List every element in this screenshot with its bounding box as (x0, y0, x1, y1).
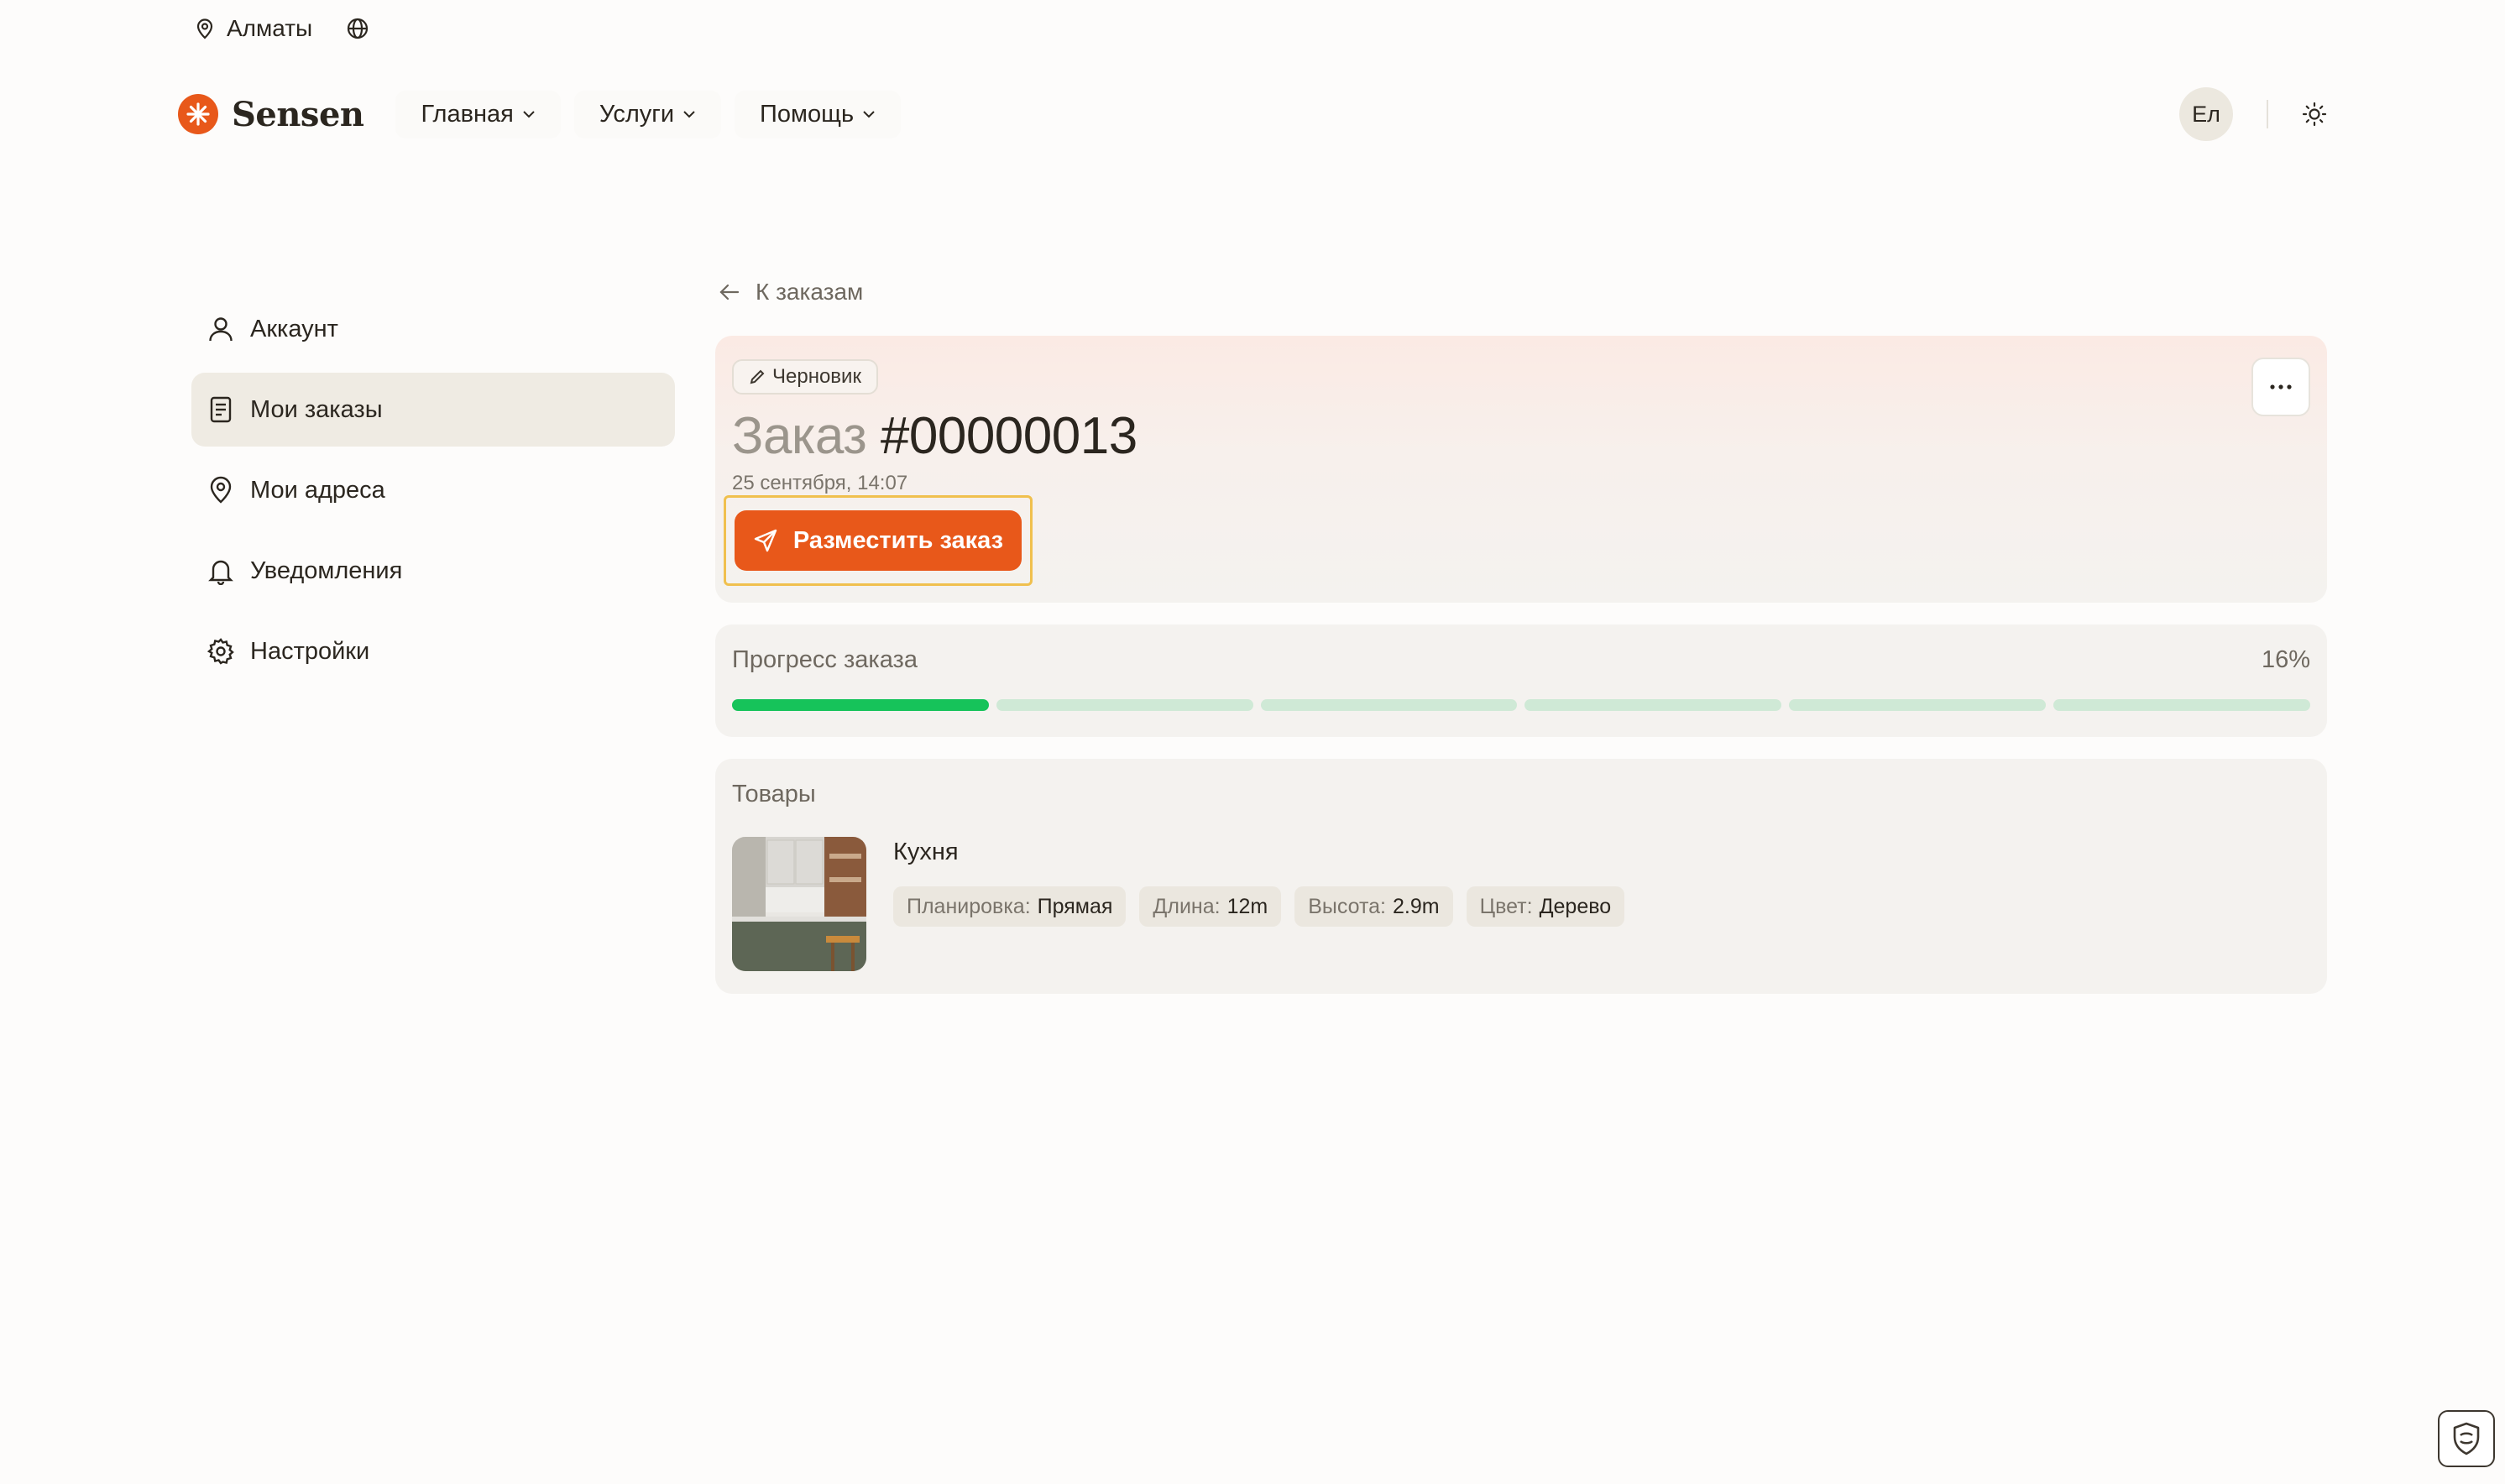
city-selector[interactable]: Алматы (195, 15, 312, 42)
top-bar: Алматы (195, 15, 369, 42)
chevron-down-icon (862, 110, 876, 118)
order-date: 25 сентября, 14:07 (732, 472, 908, 494)
order-progress-card: Прогресс заказа 16% (715, 624, 2327, 737)
progress-segment (2053, 699, 2310, 711)
sidebar-item-label: Мои заказы (250, 395, 383, 423)
map-pin-icon (195, 18, 215, 39)
document-icon (207, 395, 235, 424)
map-pin-icon (207, 476, 235, 504)
shield-icon (2450, 1421, 2482, 1456)
order-number: #00000013 (880, 407, 1137, 465)
attribute-key: Цвет: (1479, 894, 1533, 918)
attribute-chip: Планировка: Прямая (893, 886, 1127, 927)
nav-item-label: Помощь (760, 100, 855, 128)
logo[interactable]: Sensen (178, 94, 364, 134)
more-options-button[interactable] (2251, 358, 2310, 416)
progress-segment (1260, 699, 1518, 711)
back-to-orders-link[interactable]: К заказам (715, 277, 2327, 307)
attribute-chip: Длина: 12m (1139, 886, 1282, 927)
send-icon (753, 528, 778, 553)
city-label: Алматы (227, 15, 313, 41)
attribute-chip: Цвет: Дерево (1466, 886, 1625, 927)
nav-item-services[interactable]: Услуги (573, 90, 722, 138)
header-divider (2267, 100, 2268, 128)
pencil-icon (749, 368, 766, 385)
progress-segment (732, 699, 989, 711)
sidebar-item-addresses[interactable]: Мои адреса (191, 453, 675, 527)
order-summary-card: Черновик Заказ #00000013 25 сентября, 14… (715, 336, 2327, 603)
chevron-down-icon (522, 110, 536, 118)
bell-icon (207, 556, 235, 585)
sidebar-item-label: Мои адреса (250, 476, 385, 504)
progress-segment (1789, 699, 2047, 711)
ellipsis-icon (2270, 384, 2292, 389)
product-attributes: Планировка: Прямая Длина: 12m Высота: 2.… (893, 886, 1625, 927)
logo-text: Sensen (232, 94, 364, 134)
nav-item-help[interactable]: Помощь (735, 90, 902, 138)
attribute-value: Прямая (1037, 894, 1113, 918)
goods-card: Товары Кухня Планировка: Прямая Длина: 1… (715, 759, 2327, 994)
progress-label: Прогресс заказа (732, 646, 918, 673)
user-icon (207, 315, 235, 343)
account-sidebar: Аккаунт Мои заказы Мои адреса Уведомлени… (191, 292, 675, 695)
sun-icon[interactable] (2302, 102, 2327, 127)
logo-mark-icon (178, 94, 218, 134)
attribute-chip: Высота: 2.9m (1294, 886, 1453, 927)
sidebar-item-account[interactable]: Аккаунт (191, 292, 675, 366)
product-name: Кухня (893, 839, 959, 865)
nav-item-home[interactable]: Главная (395, 90, 561, 138)
place-order-highlight: Разместить заказ (724, 495, 1033, 586)
shield-widget-button[interactable] (2438, 1410, 2495, 1467)
status-badge: Черновик (732, 359, 878, 395)
sidebar-item-notifications[interactable]: Уведомления (191, 534, 675, 608)
place-order-button[interactable]: Разместить заказ (735, 510, 1022, 571)
attribute-key: Планировка: (907, 894, 1031, 918)
sidebar-item-label: Уведомления (250, 556, 403, 584)
product-image (732, 837, 866, 971)
page-title: Заказ #00000013 (732, 405, 2310, 468)
progress-bar (732, 699, 2310, 711)
sidebar-item-label: Настройки (250, 637, 370, 665)
avatar[interactable]: Ел (2179, 87, 2233, 141)
sidebar-item-label: Аккаунт (250, 315, 338, 342)
progress-segment (1524, 699, 1782, 711)
order-title-prefix: Заказ (732, 407, 867, 465)
back-label: К заказам (756, 279, 864, 305)
order-detail: К заказам Черновик Заказ #00000013 25 се… (715, 277, 2327, 994)
main-nav: Главная Услуги Помощь (395, 90, 902, 138)
arrow-left-icon (719, 283, 740, 301)
sidebar-item-orders[interactable]: Мои заказы (191, 373, 675, 447)
header-actions: Ел (2179, 87, 2327, 141)
attribute-value: 12m (1226, 894, 1268, 918)
nav-item-label: Главная (421, 100, 514, 128)
status-label: Черновик (772, 365, 861, 388)
attribute-key: Длина: (1153, 894, 1221, 918)
list-item[interactable]: Кухня Планировка: Прямая Длина: 12m Высо… (732, 837, 2310, 971)
nav-item-label: Услуги (599, 100, 675, 128)
progress-segment (996, 699, 1253, 711)
progress-percent: 16% (2261, 646, 2310, 673)
attribute-value: 2.9m (1393, 894, 1440, 918)
goods-title: Товары (732, 781, 816, 807)
chevron-down-icon (682, 110, 696, 118)
globe-icon[interactable] (346, 17, 369, 40)
attribute-value: Дерево (1539, 894, 1612, 918)
product-info: Кухня Планировка: Прямая Длина: 12m Высо… (893, 837, 1625, 971)
sidebar-item-settings[interactable]: Настройки (191, 614, 675, 688)
main-header: Sensen Главная Услуги Помощь Ел (178, 87, 2327, 141)
gear-icon (207, 637, 235, 666)
attribute-key: Высота: (1308, 894, 1387, 918)
place-order-label: Разместить заказ (792, 526, 1004, 554)
